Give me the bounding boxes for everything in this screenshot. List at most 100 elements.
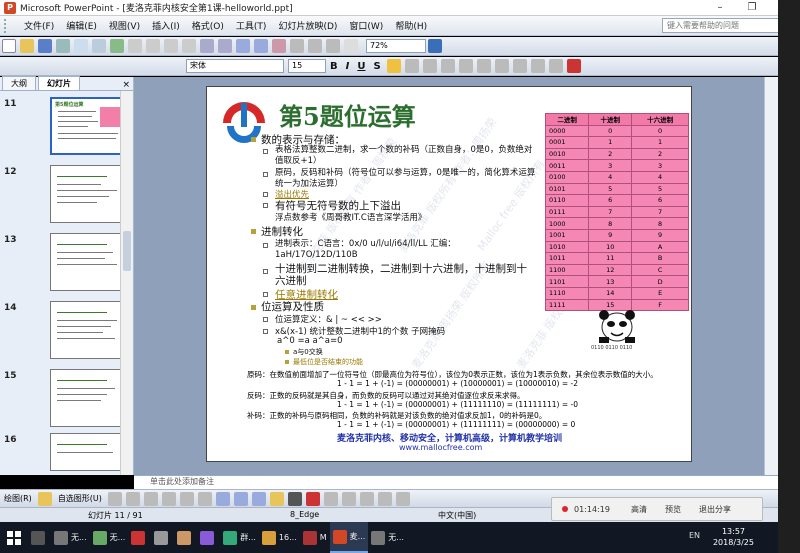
menu-grip[interactable] [4, 18, 14, 33]
oval-icon[interactable] [161, 491, 176, 506]
slide-thumbnail-11[interactable]: 11 第5题位运算 [0, 97, 134, 161]
taskbar-app-7[interactable]: 群... [220, 522, 259, 553]
shadow-button[interactable]: S [373, 61, 380, 72]
slide-thumbnail-13[interactable]: 13 [0, 233, 134, 297]
input-language-indicator[interactable]: EN [689, 531, 700, 540]
fill-color-icon[interactable] [269, 491, 284, 506]
slide-thumbnail-15[interactable]: 15 [0, 369, 134, 433]
line-style-icon[interactable] [323, 491, 338, 506]
slide-scrollbar[interactable] [764, 77, 778, 475]
print-preview-icon[interactable] [92, 39, 106, 53]
taskbar-app-6[interactable] [197, 522, 220, 553]
underline-button[interactable]: U [357, 61, 365, 72]
maximize-button[interactable]: ❐ [736, 0, 768, 16]
autoshapes-button[interactable]: 自选图形(U) [58, 493, 102, 504]
redo-icon[interactable] [218, 39, 232, 53]
taskbar-clock[interactable]: 13:57 2018/3/25 [713, 526, 754, 548]
taskbar-app-calculator[interactable] [28, 522, 51, 553]
help-icon[interactable] [428, 39, 442, 53]
decrease-indent-icon[interactable] [530, 59, 545, 73]
menu-window[interactable]: 窗口(W) [343, 19, 389, 32]
font-color-draw-icon[interactable] [305, 491, 320, 506]
hd-button[interactable]: 高清 [622, 504, 656, 515]
align-right-icon[interactable] [422, 59, 437, 73]
numbering-icon[interactable] [458, 59, 473, 73]
preview-button[interactable]: 预览 [656, 504, 690, 515]
menu-edit[interactable]: 编辑(E) [60, 19, 103, 32]
arrow-icon[interactable] [125, 491, 140, 506]
font-color-icon[interactable] [566, 59, 581, 73]
pane-close-button[interactable]: × [119, 80, 133, 90]
tab-outline[interactable]: 大纲 [2, 76, 36, 90]
increase-indent-icon[interactable] [548, 59, 563, 73]
slide-thumbnail-12[interactable]: 12 [0, 165, 134, 229]
slide-canvas[interactable]: 第5题位运算 麦洛克菲 版权所有 作者：周扬荣 麦洛克菲 版权所有 作者：周扬荣… [206, 86, 692, 462]
spelling-icon[interactable] [110, 39, 124, 53]
color-grayscale-icon[interactable] [344, 39, 358, 53]
slide-footer-url[interactable]: www.mallocfree.com [399, 443, 482, 452]
bold-button[interactable]: B [330, 61, 338, 72]
taskbar-app-5[interactable] [174, 522, 197, 553]
notes-pane[interactable]: 单击此处添加备注 [134, 475, 778, 489]
line-color-icon[interactable] [287, 491, 302, 506]
print-icon[interactable] [74, 39, 88, 53]
menu-view[interactable]: 视图(V) [103, 19, 146, 32]
line-icon[interactable] [107, 491, 122, 506]
select-objects-icon[interactable] [37, 491, 52, 506]
diagram-icon[interactable] [215, 491, 230, 506]
3d-style-icon[interactable] [395, 491, 410, 506]
cut-icon[interactable] [128, 39, 142, 53]
textbox-icon[interactable] [179, 491, 194, 506]
help-search-input[interactable]: 键入需要帮助的问题 [662, 18, 780, 33]
taskbar-app-8[interactable]: 16... [259, 522, 300, 553]
open-folder-icon[interactable] [20, 39, 34, 53]
draw-menu-button[interactable]: 绘图(R) [4, 493, 32, 504]
format-painter-icon[interactable] [182, 39, 196, 53]
italic-button[interactable]: I [346, 61, 350, 72]
minimize-button[interactable]: – [704, 0, 736, 16]
picture-icon[interactable] [251, 491, 266, 506]
font-size-select[interactable]: 15 [288, 59, 326, 73]
menu-help[interactable]: 帮助(H) [389, 19, 433, 32]
start-button[interactable] [0, 522, 28, 553]
taskbar-app-9[interactable]: M [300, 522, 330, 553]
menu-tools[interactable]: 工具(T) [230, 19, 273, 32]
taskbar-app-4[interactable] [151, 522, 174, 553]
distributed-icon[interactable] [440, 59, 455, 73]
permission-icon[interactable] [56, 39, 70, 53]
copy-icon[interactable] [146, 39, 160, 53]
decrease-font-icon[interactable] [512, 59, 527, 73]
new-icon[interactable] [2, 39, 16, 53]
arrow-style-icon[interactable] [359, 491, 374, 506]
thumbnail-scrollbar[interactable] [120, 91, 132, 475]
slide-thumbnail-16[interactable]: 16 [0, 433, 134, 497]
show-formatting-icon[interactable] [308, 39, 322, 53]
rectangle-icon[interactable] [143, 491, 158, 506]
menu-file[interactable]: 文件(F) [18, 19, 60, 32]
zoom-select[interactable]: 72% [366, 39, 426, 53]
paste-icon[interactable] [164, 39, 178, 53]
menu-insert[interactable]: 插入(I) [146, 19, 186, 32]
undo-icon[interactable] [200, 39, 214, 53]
slide-thumbnail-14[interactable]: 14 [0, 301, 134, 365]
grid-icon[interactable] [326, 39, 340, 53]
insert-chart-icon[interactable] [236, 39, 250, 53]
taskbar-app-1[interactable]: 无... [51, 522, 90, 553]
menu-slideshow[interactable]: 幻灯片放映(D) [272, 19, 343, 32]
clipart-icon[interactable] [233, 491, 248, 506]
bullets-icon[interactable] [476, 59, 491, 73]
align-center-icon[interactable] [404, 59, 419, 73]
tab-slides[interactable]: 幻灯片 [38, 76, 80, 90]
taskbar-app-3[interactable] [128, 522, 151, 553]
expand-all-icon[interactable] [290, 39, 304, 53]
wordart-icon[interactable] [197, 491, 212, 506]
taskbar-app-2[interactable]: 无... [90, 522, 129, 553]
font-name-select[interactable]: 宋体 [186, 59, 284, 73]
menu-format[interactable]: 格式(O) [186, 19, 230, 32]
taskbar-app-powerpoint[interactable]: 麦... [329, 522, 369, 553]
shadow-style-icon[interactable] [377, 491, 392, 506]
align-left-icon[interactable] [386, 59, 401, 73]
insert-table-icon[interactable] [254, 39, 268, 53]
save-icon[interactable] [38, 39, 52, 53]
dash-style-icon[interactable] [341, 491, 356, 506]
